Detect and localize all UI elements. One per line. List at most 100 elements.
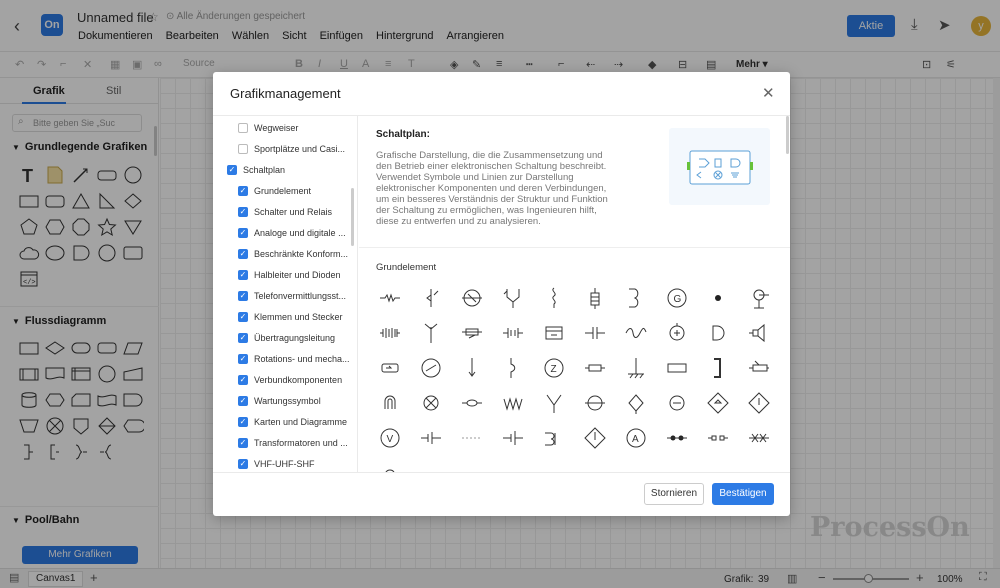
- antenna-symbol[interactable]: [410, 315, 451, 350]
- resistor-box-symbol[interactable]: [574, 350, 615, 385]
- bracket-symbol[interactable]: [697, 350, 738, 385]
- inductor-coil-symbol[interactable]: [533, 280, 574, 315]
- hook-symbol[interactable]: [615, 280, 656, 315]
- current-source-diamond-symbol[interactable]: [574, 420, 615, 455]
- plug-symbol[interactable]: [369, 350, 410, 385]
- speaker-symbol[interactable]: [738, 315, 779, 350]
- library-checkbox[interactable]: ✓: [227, 165, 237, 175]
- cell-symbol[interactable]: [492, 420, 533, 455]
- library-checkbox[interactable]: ✓: [238, 375, 248, 385]
- library-tree-item[interactable]: ✓ Schalter und Relais: [238, 207, 332, 217]
- library-tree-item[interactable]: ✓ Übertragungsleitung: [238, 333, 335, 343]
- variable-element-symbol[interactable]: [410, 280, 451, 315]
- lead-symbol[interactable]: [492, 455, 533, 472]
- terminal-box-symbol[interactable]: [533, 315, 574, 350]
- round-partial-symbol[interactable]: [574, 455, 615, 472]
- wire-bend-symbol[interactable]: [492, 350, 533, 385]
- ground-lead-symbol[interactable]: [451, 350, 492, 385]
- box-partial-symbol[interactable]: [697, 455, 738, 472]
- rect-resistor-symbol[interactable]: [656, 350, 697, 385]
- capacitor-symbol[interactable]: [574, 315, 615, 350]
- library-tree-item[interactable]: ✓ Klemmen und Stecker: [238, 312, 343, 322]
- tree-scrollbar[interactable]: [351, 188, 354, 246]
- generator-symbol[interactable]: G: [656, 280, 697, 315]
- library-checkbox[interactable]: ✓: [238, 270, 248, 280]
- library-checkbox[interactable]: ✓: [238, 438, 248, 448]
- circle-minus-symbol[interactable]: [656, 385, 697, 420]
- double-lead-symbol[interactable]: [533, 455, 574, 472]
- library-checkbox[interactable]: ✓: [238, 312, 248, 322]
- library-tree-item[interactable]: ✓ Wartungssymbol: [238, 396, 321, 406]
- dc-capacitor-symbol[interactable]: [410, 420, 451, 455]
- ammeter-symbol-label: A: [632, 434, 639, 445]
- junction-dot-symbol[interactable]: [697, 280, 738, 315]
- library-tree-label: VHF-UHF-SHF: [254, 459, 315, 469]
- library-tree-item[interactable]: ✓ Transformatoren und ...: [238, 438, 348, 448]
- ground-symbol[interactable]: [615, 350, 656, 385]
- meter-symbol[interactable]: [410, 350, 451, 385]
- library-checkbox[interactable]: ✓: [238, 354, 248, 364]
- dot-line-symbol[interactable]: [656, 420, 697, 455]
- library-tree-item[interactable]: ✓ Telefonvermittlungsst...: [238, 291, 346, 301]
- capacitor-array-symbol[interactable]: [492, 315, 533, 350]
- dashed-line-symbol[interactable]: [451, 420, 492, 455]
- resistor-symbol[interactable]: [369, 280, 410, 315]
- terminal-strip-symbol[interactable]: [697, 420, 738, 455]
- line-partial-symbol[interactable]: [738, 455, 779, 472]
- ammeter-plus-symbol[interactable]: [656, 315, 697, 350]
- close-icon[interactable]: ✕: [762, 84, 775, 102]
- cancel-button[interactable]: Stornieren: [644, 483, 704, 505]
- library-tree-item[interactable]: ✓ Karten und Diagramme: [238, 417, 347, 427]
- lamp-symbol[interactable]: [451, 280, 492, 315]
- library-checkbox[interactable]: ✓: [238, 228, 248, 238]
- library-tree-item[interactable]: Sportplätze und Casi...: [238, 144, 345, 154]
- impedance-symbol[interactable]: Z: [533, 350, 574, 385]
- library-tree-item[interactable]: ✓ Analoge und digitale ...: [238, 228, 346, 238]
- library-checkbox[interactable]: ✓: [238, 417, 248, 427]
- library-checkbox[interactable]: ✓: [238, 291, 248, 301]
- confirm-button[interactable]: Bestätigen: [712, 483, 774, 505]
- fuse-block-symbol[interactable]: [451, 315, 492, 350]
- library-tree-item[interactable]: ✓ Halbleiter und Dioden: [238, 270, 341, 280]
- transformer-coil-symbol[interactable]: [533, 420, 574, 455]
- circuit-preview-icon: [687, 150, 753, 185]
- coaxial-symbol[interactable]: [451, 385, 492, 420]
- library-checkbox[interactable]: ✓: [238, 186, 248, 196]
- detail-divider: [359, 247, 790, 248]
- switch-box-symbol[interactable]: [492, 280, 533, 315]
- library-checkbox[interactable]: ✓: [238, 459, 248, 469]
- cross-lamp-symbol[interactable]: [410, 385, 451, 420]
- antenna-dish-symbol[interactable]: [738, 280, 779, 315]
- ammeter-symbol[interactable]: A: [615, 420, 656, 455]
- diode-diamond-symbol[interactable]: [615, 385, 656, 420]
- oscillator-symbol[interactable]: [574, 385, 615, 420]
- library-tree-item[interactable]: ✓ VHF-UHF-SHF: [238, 459, 315, 469]
- library-tree-item[interactable]: ✓ Verbundkomponenten: [238, 375, 342, 385]
- spark-gap-symbol[interactable]: [738, 420, 779, 455]
- library-tree-item[interactable]: ✓ Schaltplan: [227, 165, 285, 175]
- library-checkbox[interactable]: ✓: [238, 396, 248, 406]
- and-gate-symbol[interactable]: [697, 315, 738, 350]
- library-checkbox[interactable]: ✓: [238, 249, 248, 259]
- half-gate-symbol[interactable]: [369, 455, 410, 472]
- detail-scrollbar[interactable]: [786, 116, 789, 154]
- magnet-symbol[interactable]: [369, 385, 410, 420]
- bridge-rectifier-symbol[interactable]: [697, 385, 738, 420]
- library-tree-item[interactable]: ✓ Rotations- und mecha...: [238, 354, 350, 364]
- battery-cell-symbol[interactable]: [574, 280, 615, 315]
- library-checkbox[interactable]: ✓: [238, 333, 248, 343]
- voltmeter-symbol[interactable]: V: [369, 420, 410, 455]
- library-checkbox[interactable]: [238, 123, 248, 133]
- ac-source-symbol[interactable]: [615, 315, 656, 350]
- library-tree-item[interactable]: ✓ Grundelement: [238, 186, 311, 196]
- lead-down-symbol[interactable]: [615, 455, 656, 472]
- warning-diamond-symbol[interactable]: [738, 385, 779, 420]
- crystal-symbol[interactable]: [369, 315, 410, 350]
- fuse-arrow-symbol[interactable]: [738, 350, 779, 385]
- heater-symbol[interactable]: [492, 385, 533, 420]
- transistor-v-symbol[interactable]: [533, 385, 574, 420]
- library-tree-item[interactable]: ✓ Beschränkte Konform...: [238, 249, 348, 259]
- library-checkbox[interactable]: ✓: [238, 207, 248, 217]
- library-checkbox[interactable]: [238, 144, 248, 154]
- library-tree-item[interactable]: Wegweiser: [238, 123, 298, 133]
